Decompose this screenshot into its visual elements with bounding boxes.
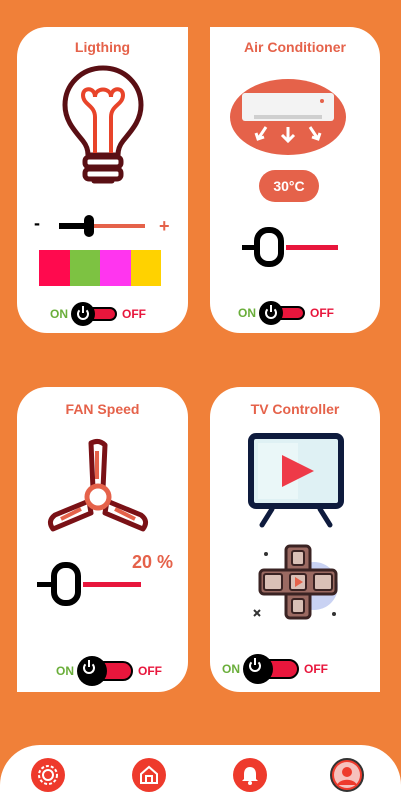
brightness-plus[interactable]: +: [159, 216, 170, 237]
brightness-minus[interactable]: -: [34, 213, 40, 234]
lighting-power: ON OFF: [50, 302, 146, 326]
fan-power: ON OFF: [56, 656, 162, 686]
on-label: ON: [50, 307, 68, 321]
power-icon: [71, 302, 95, 326]
air-conditioner-card: Air Conditioner 30°C ON OFF: [210, 27, 380, 333]
user-icon: [334, 762, 360, 788]
power-icon: [243, 654, 273, 684]
temperature-badge: 30°C: [259, 170, 319, 202]
brightness-knob[interactable]: [84, 215, 94, 237]
off-label: OFF: [122, 307, 146, 321]
profile-button[interactable]: [330, 758, 364, 792]
settings-button[interactable]: [31, 758, 65, 792]
remote-dpad-icon[interactable]: [252, 542, 352, 622]
tv-card: TV Controller ON OFF: [210, 387, 380, 692]
ac-title: Air Conditioner: [244, 39, 346, 55]
off-label: OFF: [138, 664, 162, 678]
ac-slider[interactable]: [242, 227, 340, 267]
ac-slider-track: [286, 245, 338, 250]
fan-title: FAN Speed: [65, 401, 140, 417]
lighting-card: Ligthing - + ON OFF: [17, 27, 188, 333]
fan-card: FAN Speed 20 % ON OFF: [17, 387, 188, 692]
air-conditioner-icon: [230, 79, 346, 155]
off-label: OFF: [304, 662, 328, 676]
tv-power: ON OFF: [222, 654, 328, 684]
notifications-button[interactable]: [233, 758, 267, 792]
fan-icon: [47, 438, 149, 532]
on-label: ON: [238, 306, 256, 320]
fan-slider-knob[interactable]: [51, 562, 81, 606]
power-icon: [259, 301, 283, 325]
color-swatch-1[interactable]: [39, 250, 70, 286]
fan-speed-slider[interactable]: [37, 562, 141, 606]
bottom-nav: [0, 745, 401, 800]
lighting-toggle[interactable]: [71, 302, 119, 326]
color-swatch-4[interactable]: [130, 250, 161, 286]
fan-toggle[interactable]: [77, 656, 135, 686]
lighting-title: Ligthing: [74, 39, 131, 55]
on-label: ON: [56, 664, 74, 678]
fan-speed-value: 20 %: [132, 552, 174, 572]
ac-power: ON OFF: [238, 301, 334, 325]
color-swatch-3[interactable]: [100, 250, 131, 286]
tv-icon: [248, 433, 344, 528]
fan-slider-track: [83, 582, 141, 587]
color-swatches: [39, 250, 161, 286]
bell-icon: [242, 767, 258, 785]
ac-toggle[interactable]: [259, 301, 307, 325]
home-icon: [140, 765, 158, 784]
on-label: ON: [222, 662, 240, 676]
tv-toggle[interactable]: [243, 654, 301, 684]
brightness-slider[interactable]: [59, 215, 145, 237]
off-label: OFF: [310, 306, 334, 320]
color-swatch-2[interactable]: [69, 250, 100, 286]
settings-icon: [38, 765, 58, 785]
power-icon: [77, 656, 107, 686]
ac-slider-knob[interactable]: [254, 227, 284, 267]
tv-title: TV Controller: [250, 401, 340, 417]
lightbulb-icon: [62, 65, 144, 184]
home-button[interactable]: [132, 758, 166, 792]
